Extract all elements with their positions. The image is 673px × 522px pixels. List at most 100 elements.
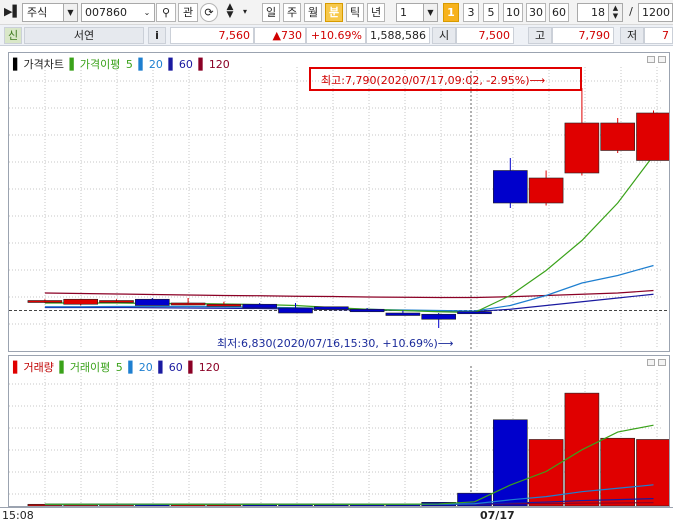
- volume-ma20-label: 20: [138, 361, 153, 374]
- count-value: 18: [591, 6, 605, 19]
- stock-name: 서연: [24, 27, 144, 44]
- volume-ma-label: 거래이평: [69, 361, 111, 374]
- price-candle: [135, 298, 170, 306]
- chart-toolbar: ▶▌ 주식 ▼ 007860 ⌄ ⚲ 관 ⟳ ▲ ▼ ▾ 일 주 월 분 틱 년 …: [0, 0, 673, 25]
- stock-code-input[interactable]: 007860 ⌄: [81, 3, 155, 22]
- low-label: 저: [620, 27, 644, 44]
- code-history-chevron-icon[interactable]: ⌄: [140, 4, 154, 21]
- current-price: 7,560: [170, 27, 254, 44]
- price-candle: [528, 177, 564, 204]
- legend-marker-icon: ▌: [13, 58, 22, 71]
- legend-marker-icon: ▌: [128, 361, 137, 374]
- legend-marker-icon: ▌: [168, 58, 177, 71]
- interval-button-3[interactable]: 3: [463, 3, 479, 22]
- sync-icon[interactable]: ⟳: [200, 3, 218, 22]
- tab-period-week[interactable]: 주: [283, 3, 301, 22]
- price-candle: [385, 312, 421, 316]
- magnifier-icon: ⚲: [161, 6, 171, 19]
- volume-bar: [528, 439, 564, 506]
- minimize-icon[interactable]: [647, 359, 655, 366]
- interval-select-value: 1: [400, 6, 407, 19]
- price-candle: [457, 311, 492, 315]
- tab-period-tick[interactable]: 틱: [346, 3, 364, 22]
- price-change-percent: +10.69%: [306, 27, 366, 44]
- price-chart-plot: [9, 67, 669, 349]
- chevron-down-icon[interactable]: ▼: [63, 4, 77, 21]
- info-button[interactable]: i: [148, 27, 166, 44]
- count-stepper[interactable]: 18 ▲ ▼: [577, 3, 623, 22]
- market-select-value: 주식: [27, 6, 48, 19]
- chevron-down-icon[interactable]: ▼: [423, 4, 437, 21]
- price-candle: [206, 303, 242, 307]
- price-candle: [99, 300, 134, 303]
- price-candle: [600, 122, 636, 151]
- quote-info-row: 신 서연 i 7,560 ▲730 +10.69% 1,588,586 시 7,…: [0, 25, 673, 46]
- credit-badge: 신: [4, 27, 22, 44]
- legend-marker-icon: ▌: [69, 58, 78, 71]
- small-chevron-down-icon[interactable]: ▾: [240, 3, 250, 22]
- max-price-annotation: 최고:7,790(2020/07/17,09:02, -2.95%)⟶: [309, 67, 582, 91]
- price-ma5-label: 5: [125, 58, 133, 71]
- legend-marker-icon: ▌: [188, 361, 197, 374]
- tab-period-month[interactable]: 월: [304, 3, 322, 22]
- legend-marker-icon: ▌: [13, 361, 22, 374]
- volume-chart-legend: ▌ 거래량 ▌ 거래이평 5 ▌ 20 ▌ 60 ▌ 120: [13, 359, 222, 375]
- price-ma20-label: 20: [148, 58, 163, 71]
- tab-period-day[interactable]: 일: [262, 3, 280, 22]
- maximize-icon[interactable]: [658, 359, 666, 366]
- time-axis: 15:08 07/17: [0, 507, 673, 522]
- legend-marker-icon: ▌: [138, 58, 147, 71]
- open-price: 7,500: [456, 27, 514, 44]
- price-ma120-label: 120: [208, 58, 230, 71]
- total-count-value: 1200: [642, 6, 670, 19]
- max-price-label: 최고:7,790(2020/07/17,09:02, -2.95%)⟶: [321, 74, 546, 87]
- price-candle: [63, 298, 99, 305]
- interval-button-10[interactable]: 10: [503, 3, 523, 22]
- price-ma-label: 가격이평: [79, 58, 121, 71]
- time-axis-date-label: 07/17: [480, 509, 515, 522]
- total-count-input[interactable]: 1200: [638, 3, 673, 22]
- volume-chart-panel[interactable]: ▌ 거래량 ▌ 거래이평 5 ▌ 20 ▌ 60 ▌ 120: [8, 355, 670, 507]
- volume-chart-plot: [9, 366, 669, 506]
- price-candle: [564, 122, 600, 174]
- minimize-icon[interactable]: [647, 56, 655, 63]
- interval-button-5[interactable]: 5: [483, 3, 499, 22]
- volume-bar: [492, 419, 528, 506]
- stepper-arrows-icon[interactable]: ▲ ▼: [608, 4, 622, 21]
- volume-legend-title: 거래량: [23, 361, 54, 374]
- search-button[interactable]: ⚲: [156, 3, 176, 22]
- volume-ma120-label: 120: [198, 361, 220, 374]
- high-label: 고: [528, 27, 552, 44]
- maximize-icon[interactable]: [658, 56, 666, 63]
- price-candle: [313, 306, 349, 310]
- price-candle: [349, 308, 385, 313]
- interval-button-1[interactable]: 1: [443, 3, 459, 22]
- price-candle: [242, 303, 277, 309]
- market-select[interactable]: 주식 ▼: [22, 3, 78, 22]
- price-ma60-label: 60: [178, 58, 193, 71]
- pin-icon[interactable]: ▶▌: [4, 3, 21, 22]
- tab-period-year[interactable]: 년: [367, 3, 385, 22]
- min-price-label: 최저:6,830(2020/07/16,15:30, +10.69%)⟶: [217, 337, 454, 350]
- volume-ma60-label: 60: [168, 361, 183, 374]
- open-label: 시: [432, 27, 456, 44]
- price-change: ▲730: [254, 27, 306, 44]
- tab-period-minute[interactable]: 분: [325, 3, 343, 22]
- price-candle: [636, 112, 669, 161]
- interval-button-30[interactable]: 30: [526, 3, 546, 22]
- legend-marker-icon: ▌: [158, 361, 167, 374]
- stock-code-value: 007860: [85, 6, 127, 19]
- price-chart-panel[interactable]: ▌ 가격차트 ▌ 가격이평 5 ▌ 20 ▌ 60 ▌ 120 최고:7,790(2020…: [8, 52, 670, 352]
- updown-stepper[interactable]: ▲ ▼: [221, 3, 239, 22]
- time-axis-start-label: 15:08: [2, 509, 34, 522]
- low-price: 7: [644, 27, 673, 44]
- price-candle: [421, 313, 457, 320]
- count-separator: /: [627, 3, 635, 22]
- legend-marker-icon: ▌: [198, 58, 207, 71]
- trade-volume: 1,588,586: [366, 27, 430, 44]
- legend-marker-icon: ▌: [59, 361, 68, 374]
- related-button[interactable]: 관: [178, 3, 198, 22]
- interval-button-60[interactable]: 60: [549, 3, 569, 22]
- high-price: 7,790: [552, 27, 614, 44]
- interval-select[interactable]: 1 ▼: [396, 3, 438, 22]
